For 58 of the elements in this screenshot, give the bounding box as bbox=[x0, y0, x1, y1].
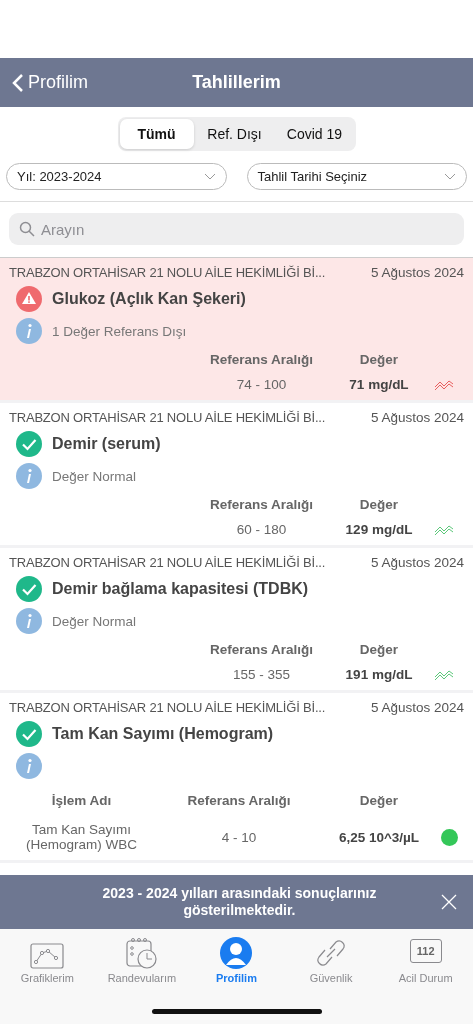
parameter-name: Tam Kan Sayımı (Hemogram) WBC bbox=[25, 822, 138, 852]
emergency-number-icon: 112 bbox=[409, 939, 442, 963]
dropdown[interactable]: Tahlil Tarihi Seçiniz bbox=[246, 163, 467, 190]
filter-tab[interactable]: Tümü bbox=[119, 119, 194, 149]
result-date: 5 Ağustos 2024 bbox=[370, 555, 464, 570]
result-value: 191 mg/dL bbox=[344, 667, 414, 682]
result-note: Değer Normal bbox=[52, 613, 137, 629]
test-name: Glukoz (Açlık Kan Şekeri) bbox=[52, 290, 246, 308]
facility-name: TRABZON ORTAHİSAR 21 NOLU AİLE HEKİMLİĞİ Bİ... bbox=[9, 555, 326, 570]
facility-name: TRABZON ORTAHİSAR 21 NOLU AİLE HEKİMLİĞİ Bİ... bbox=[9, 410, 326, 425]
column-header: Değer bbox=[358, 642, 400, 657]
chevron-down-icon bbox=[203, 173, 216, 180]
result-date: 5 Ağustos 2024 bbox=[370, 410, 464, 425]
search-icon bbox=[19, 221, 35, 237]
chart-icon bbox=[30, 943, 65, 969]
column-header: Referans Aralığı bbox=[208, 497, 314, 512]
result-date: 5 Ağustos 2024 bbox=[370, 700, 464, 715]
reference-range: 74 - 100 bbox=[235, 377, 288, 392]
close-button[interactable] bbox=[441, 894, 457, 910]
calendar-clock-icon bbox=[124, 937, 159, 969]
info-icon bbox=[16, 753, 42, 779]
reference-range: 60 - 180 bbox=[235, 522, 288, 537]
person-icon bbox=[219, 937, 254, 969]
result-note: Değer Normal bbox=[52, 468, 137, 484]
search-field[interactable]: Arayın bbox=[9, 213, 464, 245]
chevron-left-icon bbox=[12, 72, 24, 93]
filter-tab[interactable]: Ref. Dışı bbox=[193, 119, 276, 149]
result-card[interactable]: TRABZON ORTAHİSAR 21 NOLU AİLE HEKİMLİĞİ Bİ... 5 Ağustos 2024 Glukoz (Açlık Kan Şekeri) 1 Değer Referans Dışı Referans Aralığı Değer 74 - 100 71 mg/dL bbox=[0, 258, 473, 403]
back-button[interactable]: Profilim bbox=[12, 72, 88, 93]
result-note: 1 Değer Referans Dışı bbox=[52, 323, 187, 339]
banner-text: 2023 - 2024 yılları arasındaki sonuçlarınız gösterilmektedir. bbox=[101, 885, 378, 919]
page-title: Tahlillerim bbox=[192, 72, 281, 93]
column-header: Referans Aralığı bbox=[186, 793, 292, 808]
tab-bar-item[interactable]: 112 Acil Durum bbox=[378, 932, 473, 984]
chevron-down-icon bbox=[444, 173, 456, 180]
dropdown[interactable]: Yıl: 2023-2024 bbox=[6, 163, 227, 190]
column-header: Değer bbox=[358, 352, 400, 367]
test-name: Demir bağlama kapasitesi (TDBK) bbox=[52, 580, 309, 598]
column-header: Referans Aralığı bbox=[208, 642, 314, 657]
facility-name: TRABZON ORTAHİSAR 21 NOLU AİLE HEKİMLİĞİ Bİ... bbox=[9, 700, 326, 715]
column-header: Değer bbox=[358, 793, 400, 808]
reference-range: 4 - 10 bbox=[220, 829, 258, 845]
column-header: İşlem Adı bbox=[50, 793, 113, 808]
result-date: 5 Ağustos 2024 bbox=[370, 265, 464, 280]
column-header: Referans Aralığı bbox=[208, 352, 314, 367]
result-value: 129 mg/dL bbox=[344, 522, 414, 537]
test-name: Tam Kan Sayımı (Hemogram) bbox=[52, 725, 274, 743]
result-value: 6,25 10^3/µL bbox=[337, 829, 421, 845]
column-header: Değer bbox=[358, 497, 400, 512]
tab-bar-item[interactable]: Profilim bbox=[189, 932, 284, 984]
info-icon bbox=[16, 608, 42, 634]
filter-tab[interactable]: Covid 19 bbox=[275, 119, 354, 149]
result-value: 71 mg/dL bbox=[348, 377, 410, 392]
info-icon bbox=[16, 463, 42, 489]
facility-name: TRABZON ORTAHİSAR 21 NOLU AİLE HEKİMLİĞİ Bİ... bbox=[9, 265, 326, 280]
test-name: Demir (serum) bbox=[52, 435, 161, 453]
reference-range: 155 - 355 bbox=[231, 667, 291, 682]
info-icon bbox=[16, 318, 42, 344]
